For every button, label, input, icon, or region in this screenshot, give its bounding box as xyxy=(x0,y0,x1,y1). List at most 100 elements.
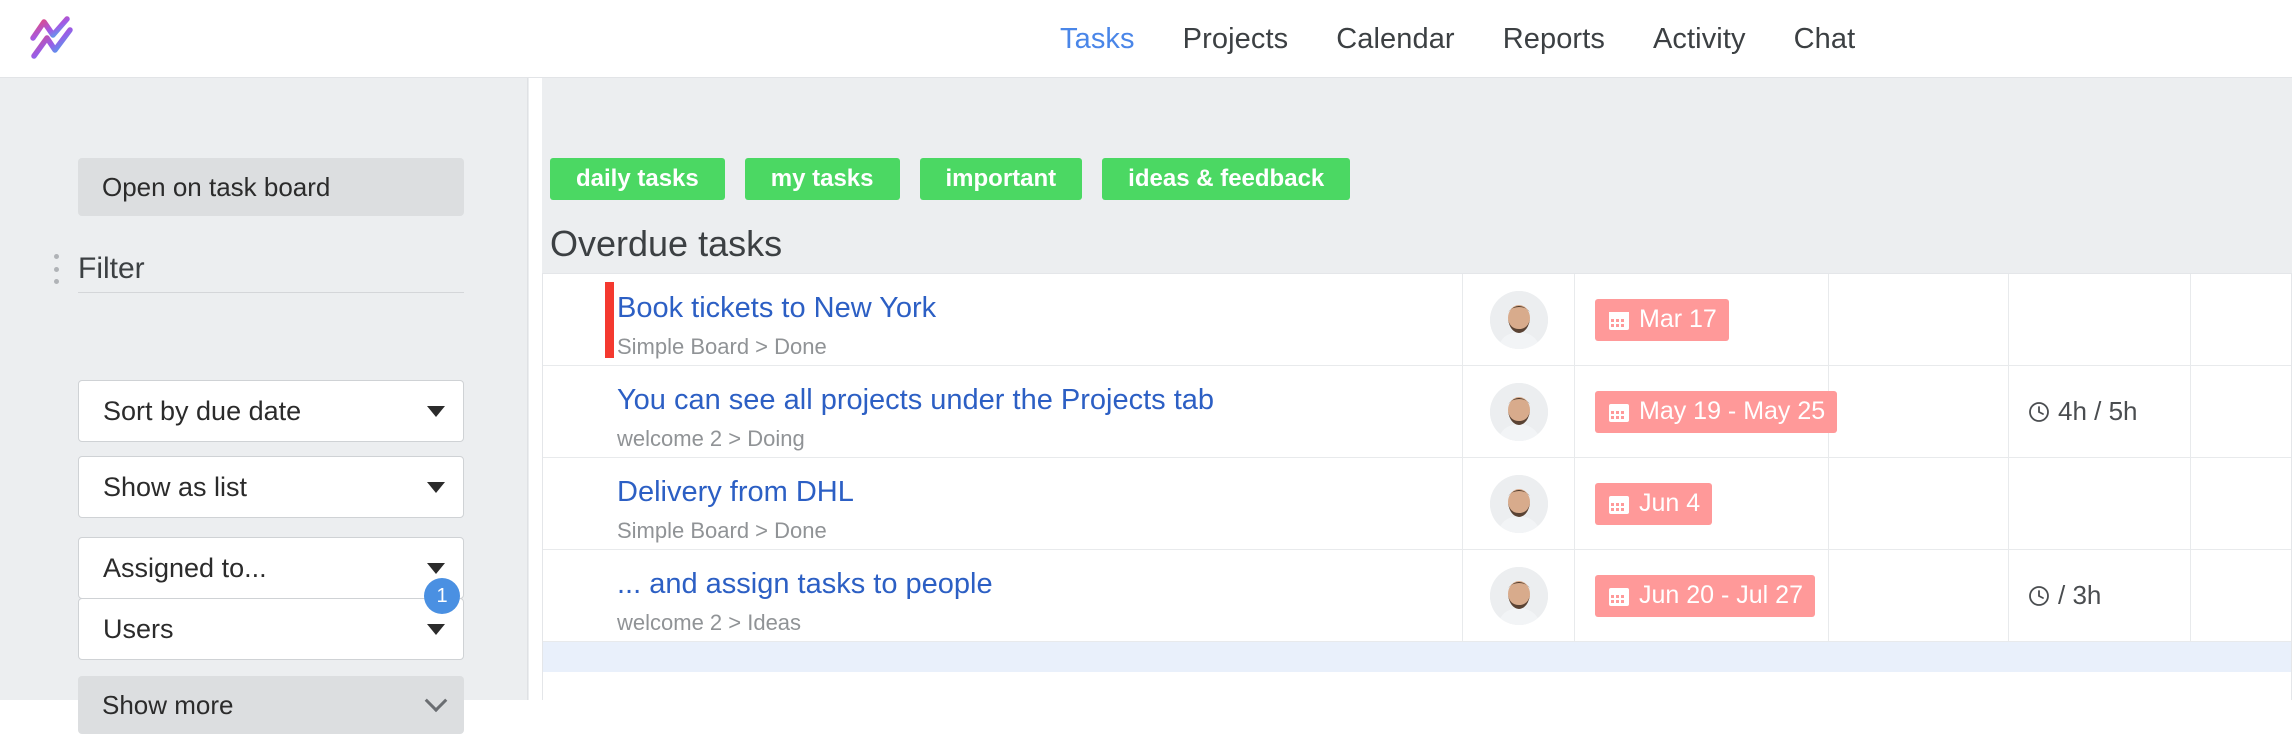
due-date-chip[interactable]: Jun 20 - Jul 27 xyxy=(1595,574,1815,617)
users-value: Users xyxy=(103,613,174,644)
assigned-to-value: Assigned to... xyxy=(103,552,267,583)
zigzag-logo-icon[interactable] xyxy=(22,8,84,70)
due-date-cell: May 19 - May 25 xyxy=(1575,366,1838,457)
table-row[interactable]: You can see all projects under the Proje… xyxy=(543,366,2291,458)
due-date-text: May 19 - May 25 xyxy=(1639,397,1826,425)
trailing-cell xyxy=(2191,274,2291,365)
due-date-text: Jun 4 xyxy=(1639,489,1701,517)
tag-daily-tasks[interactable]: daily tasks xyxy=(550,158,725,200)
time-tracking-text: / 3h xyxy=(2058,580,2102,610)
task-path: welcome 2 > Ideas xyxy=(617,610,802,636)
page-body: Open on task board Filter Sort by due da… xyxy=(0,78,2292,734)
filter-label: Filter xyxy=(78,252,145,285)
due-date-cell: Jun 4 xyxy=(1575,458,1829,549)
calendar-icon xyxy=(1609,403,1629,422)
task-name-link[interactable]: ... and assign tasks to people xyxy=(617,568,1462,601)
nav-item-projects[interactable]: Projects xyxy=(1183,23,1289,56)
task-name-link[interactable]: Book tickets to New York xyxy=(617,292,1462,325)
time-tracking-text: 4h / 5h xyxy=(2058,396,2138,426)
nav-item-chat[interactable]: Chat xyxy=(1794,23,1856,56)
empty-cell xyxy=(1829,550,2009,641)
open-on-task-board-label: Open on task board xyxy=(102,171,331,202)
due-date-text: Mar 17 xyxy=(1639,305,1717,333)
show-as-list-value: Show as list xyxy=(103,471,248,502)
empty-cell xyxy=(1829,458,2009,549)
task-name-link[interactable]: Delivery from DHL xyxy=(617,476,1462,509)
task-name-link[interactable]: You can see all projects under the Proje… xyxy=(617,384,1462,417)
task-title-cell: You can see all projects under the Proje… xyxy=(543,366,1463,457)
open-on-task-board-button[interactable]: Open on task board xyxy=(78,158,464,216)
due-date-chip[interactable]: May 19 - May 25 xyxy=(1595,390,1838,433)
table-row[interactable]: ... and assign tasks to people welcome 2… xyxy=(543,550,2291,642)
time-tracking-cell: / 3h xyxy=(2009,550,2191,641)
due-date-chip[interactable]: Jun 4 xyxy=(1595,482,1713,525)
task-path: welcome 2 > Doing xyxy=(617,426,805,452)
calendar-icon xyxy=(1609,587,1629,606)
time-tracking-cell: 4h / 5h xyxy=(2009,366,2191,457)
trailing-cell xyxy=(2191,366,2291,457)
nav-item-activity[interactable]: Activity xyxy=(1653,23,1746,56)
page-title: Overdue tasks xyxy=(550,223,783,264)
task-path: Simple Board > Done xyxy=(617,334,827,360)
show-more-button[interactable]: Show more xyxy=(78,676,464,734)
tag-my-tasks[interactable]: my tasks xyxy=(744,158,900,200)
user-avatar[interactable] xyxy=(1489,474,1548,533)
user-avatar[interactable] xyxy=(1489,290,1548,349)
overdue-accent-bar xyxy=(605,282,614,358)
assigned-to-select[interactable]: Assigned to... xyxy=(78,537,464,599)
calendar-icon xyxy=(1609,495,1629,514)
tag-ideas-feedback[interactable]: ideas & feedback xyxy=(1102,158,1351,200)
drag-handle-icon[interactable] xyxy=(48,254,64,284)
tag-important[interactable]: important xyxy=(919,158,1083,200)
show-more-label: Show more xyxy=(102,689,234,720)
time-tracking-cell xyxy=(2009,274,2191,365)
table-row[interactable]: Delivery from DHL Simple Board > Done Ju… xyxy=(543,458,2291,550)
users-select[interactable]: Users xyxy=(78,598,464,660)
clock-icon xyxy=(2029,585,2049,606)
sidebar-gutter xyxy=(529,78,542,700)
chevron-down-icon xyxy=(427,562,445,574)
clock-icon xyxy=(2029,401,2049,422)
empty-cell xyxy=(1829,366,2009,457)
main-content: daily tasks my tasks important ideas & f… xyxy=(542,78,2292,700)
table-row-partial[interactable] xyxy=(543,642,2291,672)
show-as-list-select[interactable]: Show as list xyxy=(78,456,464,518)
chevron-down-icon xyxy=(427,481,445,493)
trailing-cell xyxy=(2191,550,2291,641)
filter-header: Filter xyxy=(48,244,464,294)
time-tracking-cell xyxy=(2009,458,2191,549)
top-navigation-bar: Tasks Projects Calendar Reports Activity… xyxy=(0,0,2292,78)
assignee-cell xyxy=(1463,550,1575,641)
trailing-cell xyxy=(2191,458,2291,549)
sort-by-due-date-value: Sort by due date xyxy=(103,395,302,426)
users-count-badge: 1 xyxy=(424,578,460,614)
nav-item-calendar[interactable]: Calendar xyxy=(1336,23,1455,56)
task-path: Simple Board > Done xyxy=(617,518,827,544)
filter-divider xyxy=(78,292,464,293)
nav-item-reports[interactable]: Reports xyxy=(1503,23,1605,56)
assignee-cell xyxy=(1463,274,1575,365)
sort-by-due-date-select[interactable]: Sort by due date xyxy=(78,380,464,442)
nav-links: Tasks Projects Calendar Reports Activity… xyxy=(1060,0,1855,78)
chevron-down-icon xyxy=(427,623,445,635)
chevron-down-icon xyxy=(424,689,448,713)
nav-item-tasks[interactable]: Tasks xyxy=(1060,23,1135,56)
due-date-text: Jun 20 - Jul 27 xyxy=(1639,581,1803,609)
tag-filter-row: daily tasks my tasks important ideas & f… xyxy=(550,158,1351,200)
left-sidebar: Open on task board Filter Sort by due da… xyxy=(0,78,528,734)
due-date-chip[interactable]: Mar 17 xyxy=(1595,298,1729,341)
task-title-cell: Book tickets to New York Simple Board > … xyxy=(543,274,1463,365)
empty-cell xyxy=(1829,274,2009,365)
user-avatar[interactable] xyxy=(1489,382,1548,441)
assignee-cell xyxy=(1463,458,1575,549)
user-avatar[interactable] xyxy=(1489,566,1548,625)
assignee-cell xyxy=(1463,366,1575,457)
due-date-cell: Jun 20 - Jul 27 xyxy=(1575,550,1829,641)
task-title-cell: Delivery from DHL Simple Board > Done xyxy=(543,458,1463,549)
table-row[interactable]: Book tickets to New York Simple Board > … xyxy=(543,274,2291,366)
due-date-cell: Mar 17 xyxy=(1575,274,1829,365)
chevron-down-icon xyxy=(427,405,445,417)
calendar-icon xyxy=(1609,311,1629,330)
task-title-cell: ... and assign tasks to people welcome 2… xyxy=(543,550,1463,641)
overdue-tasks-table: Book tickets to New York Simple Board > … xyxy=(542,273,2292,700)
